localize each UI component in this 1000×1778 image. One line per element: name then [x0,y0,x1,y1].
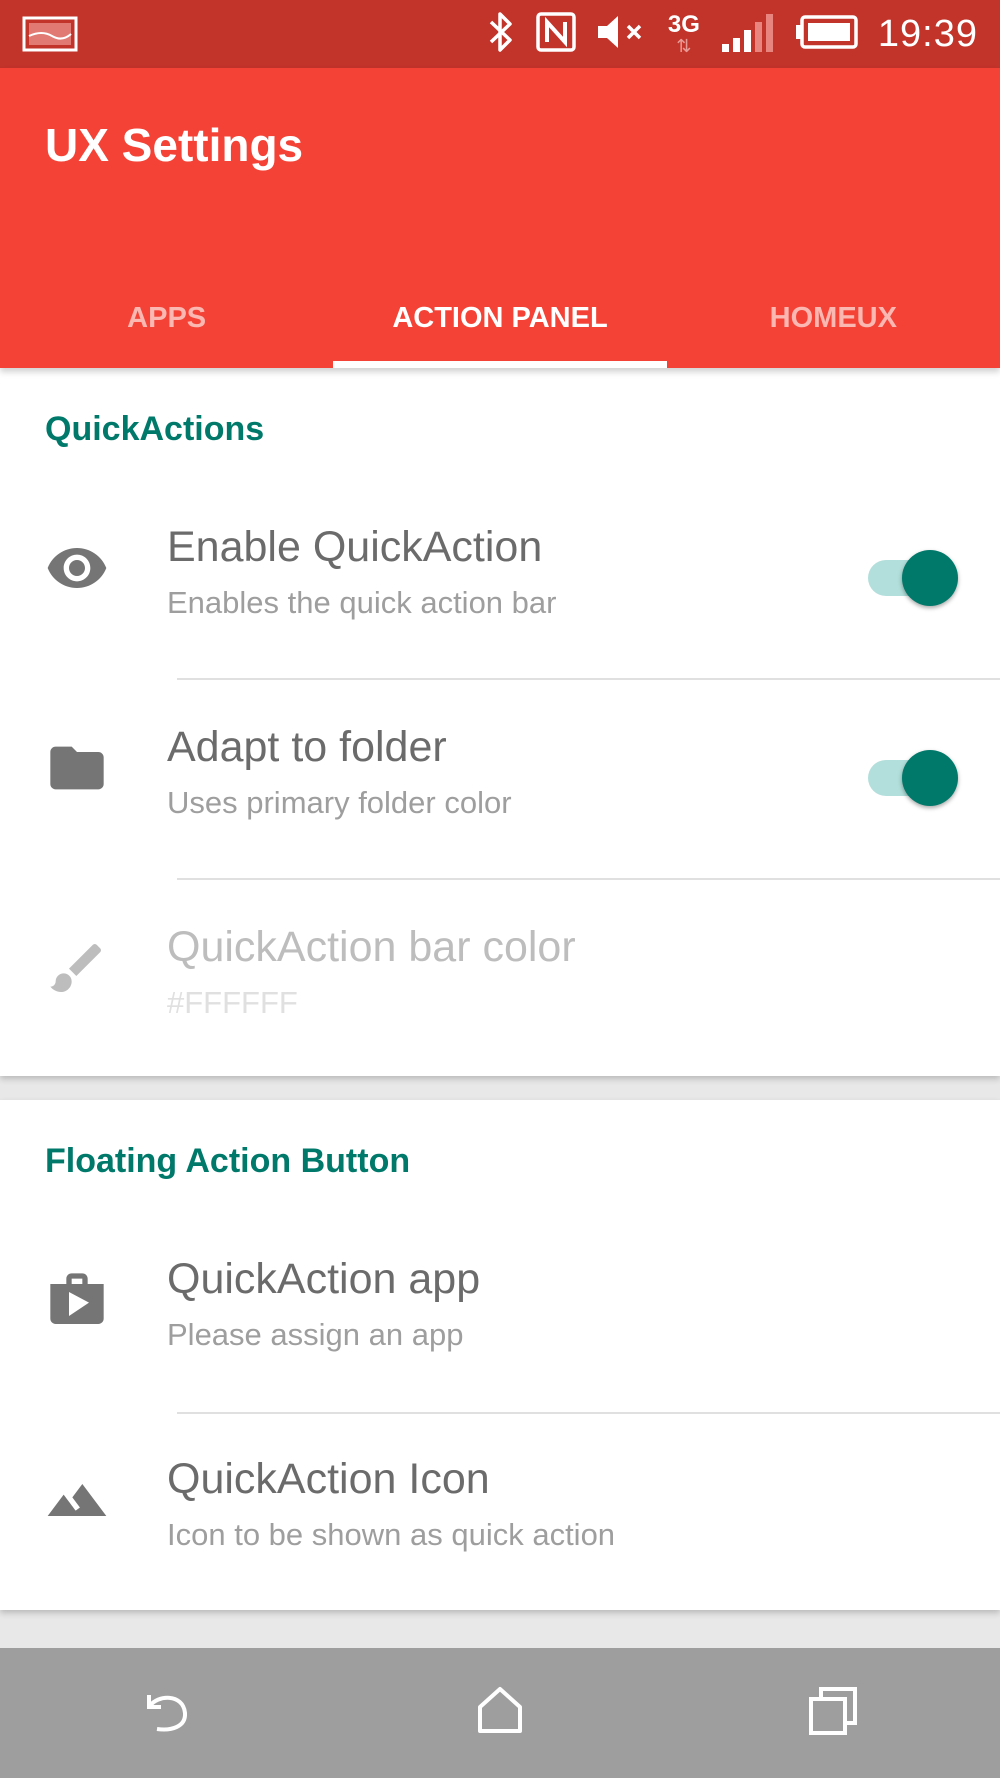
adapt-to-folder-switch[interactable] [862,744,958,806]
tab-action-panel[interactable]: ACTION PANEL [333,268,667,368]
clock: 19:39 [877,12,978,55]
floating-action-button-card: Floating Action Button QuickAction app P… [0,1100,1000,1610]
image-notification-icon [22,16,78,57]
setting-subtitle: Uses primary folder color [167,785,512,820]
enable-quickaction-switch[interactable] [862,544,958,606]
setting-enable-quickaction[interactable]: Enable QuickAction Enables the quick act… [0,468,1000,668]
tab-bar: APPS ACTION PANEL HOMEUX [0,268,1000,368]
setting-title: QuickAction Icon [167,1455,490,1503]
section-header-quickactions: QuickActions [45,410,265,448]
status-bar: 3G ⇅ 19:39 [0,0,1000,68]
bluetooth-icon [486,10,516,59]
back-icon [139,1683,195,1744]
shop-bag-icon [45,1268,109,1332]
setting-quickaction-app[interactable]: QuickAction app Please assign an app [0,1200,1000,1400]
setting-title: Enable QuickAction [167,523,543,571]
tab-apps[interactable]: APPS [0,268,333,368]
setting-subtitle: Please assign an app [167,1317,464,1352]
setting-subtitle: #FFFFFF [167,985,298,1020]
volume-muted-icon [596,12,648,57]
signal-icon [720,10,774,59]
app-bar: UX Settings APPS ACTION PANEL HOMEUX [0,68,1000,368]
page-title: UX Settings [45,119,304,171]
home-button[interactable] [455,1668,545,1758]
battery-icon [794,14,858,55]
section-header-floating-action-button: Floating Action Button [45,1142,411,1180]
setting-subtitle: Icon to be shown as quick action [167,1517,616,1552]
quickactions-card: QuickActions Enable QuickAction Enables … [0,368,1000,1076]
folder-icon [45,736,109,800]
setting-quickaction-bar-color: QuickAction bar color #FFFFFF [0,868,1000,1068]
paint-brush-icon [45,936,109,1000]
setting-title: Adapt to folder [167,723,447,771]
setting-title: QuickAction app [167,1255,481,1303]
setting-adapt-to-folder[interactable]: Adapt to folder Uses primary folder colo… [0,668,1000,868]
setting-subtitle: Enables the quick action bar [167,585,557,620]
setting-title: QuickAction bar color [167,923,576,971]
nfc-icon [536,11,576,57]
eye-icon [45,536,109,600]
navigation-bar [0,1648,1000,1778]
network-3g-icon: 3G ⇅ [667,11,700,56]
landscape-icon [45,1468,109,1532]
setting-quickaction-icon[interactable]: QuickAction Icon Icon to be shown as qui… [0,1400,1000,1600]
back-button[interactable] [122,1668,212,1758]
recents-button[interactable] [788,1668,878,1758]
recents-icon [805,1683,861,1744]
tab-homeux[interactable]: HOMEUX [667,268,1000,368]
home-icon [472,1683,528,1744]
